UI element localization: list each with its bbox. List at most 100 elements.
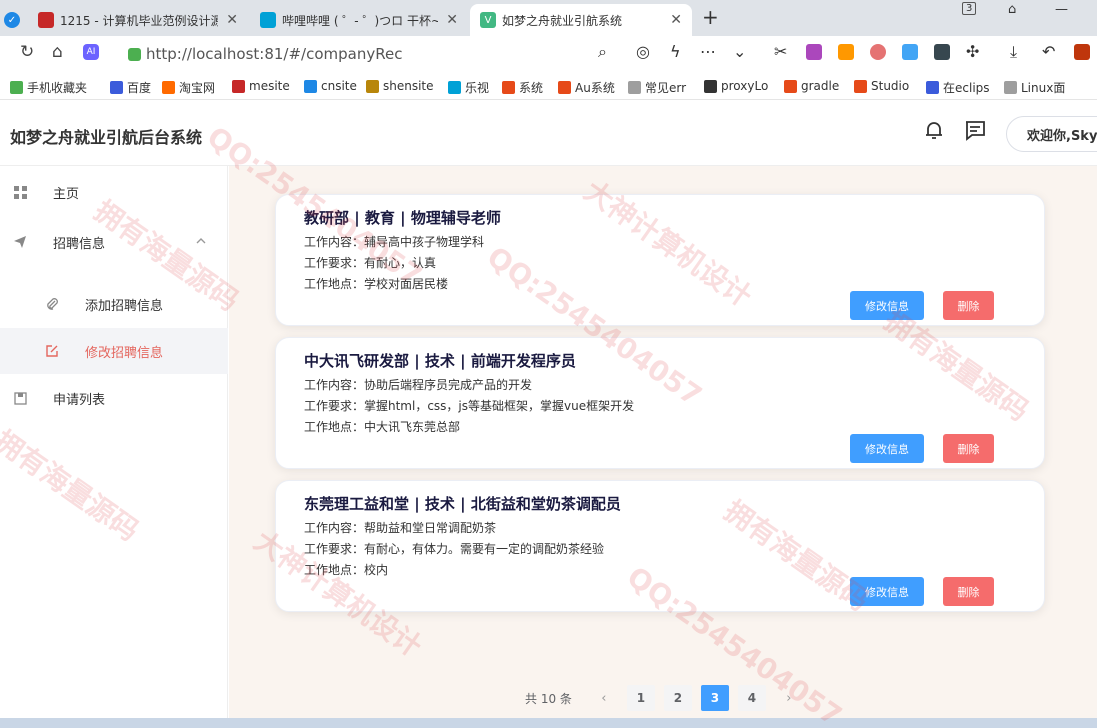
search-icon[interactable]: ⌕	[598, 42, 607, 62]
browser-tab-3-active[interactable]: V 如梦之舟就业引航系统 ✕	[470, 4, 692, 36]
tab-count-badge[interactable]: 3	[962, 2, 977, 15]
close-tab-icon[interactable]: ✕	[226, 12, 238, 28]
puzzle-icon[interactable]: ✣	[966, 42, 979, 61]
sidebar-item-label: 修改招聘信息	[85, 345, 164, 361]
chevron-up-icon[interactable]	[196, 236, 206, 246]
message-icon[interactable]	[963, 118, 987, 142]
page-button-3-current[interactable]: 3	[700, 685, 729, 711]
job-requirement: 工作要求：有耐心，认真	[304, 256, 437, 270]
page-button-2[interactable]: 2	[663, 685, 692, 711]
pagination-total: 共 10 条	[525, 691, 572, 706]
lightning-icon[interactable]: ϟ	[670, 42, 681, 61]
sidebar-item-home[interactable]: 主页	[0, 169, 228, 215]
bookmark-item[interactable]: mesite	[232, 79, 290, 93]
tab-title: 如梦之舟就业引航系统	[502, 13, 623, 28]
compass-icon[interactable]: ◎	[636, 42, 650, 61]
delete-job-button[interactable]: 删除	[943, 577, 994, 606]
main-content: 教研部 | 教育 | 物理辅导老师 工作内容：辅导高中孩子物理学科 工作要求：有…	[229, 166, 1097, 728]
prev-page-button[interactable]: ‹	[590, 685, 618, 711]
job-card: 教研部 | 教育 | 物理辅导老师 工作内容：辅导高中孩子物理学科 工作要求：有…	[275, 194, 1045, 326]
bookmark-label: 常见err	[645, 81, 687, 95]
tab-title: 1215 - 计算机毕业范例设计源	[60, 13, 219, 28]
bell-icon[interactable]	[922, 118, 946, 142]
browser-logo-icon: ✓	[4, 12, 20, 28]
page-button-1[interactable]: 1	[626, 685, 655, 711]
browser-tab-bar: ✓ 1215 - 计算机毕业范例设计源 ✕ 哔哩哔哩 ( ゜- ゜)つロ 干杯~…	[0, 0, 1097, 36]
more-icon[interactable]: ⋯	[700, 42, 716, 61]
delete-job-button[interactable]: 删除	[943, 434, 994, 463]
sidebar-item-edit-recruitment[interactable]: 修改招聘信息	[0, 328, 228, 374]
job-content: 工作内容：帮助益和堂日常调配奶茶	[304, 521, 497, 535]
reload-icon[interactable]: ↻	[20, 42, 34, 62]
briefcase-icon[interactable]	[1074, 44, 1090, 60]
bookmark-item[interactable]: 手机收藏夹	[10, 79, 87, 96]
eye-ext-icon[interactable]	[870, 44, 886, 60]
bookmark-item[interactable]: 在eclips	[926, 79, 990, 96]
fox-ext-icon[interactable]	[838, 44, 854, 60]
ai-icon[interactable]: AI	[83, 44, 99, 60]
sidebar: 主页 招聘信息 添加招聘信息 修改招聘信息 申请列表	[0, 166, 228, 728]
next-page-button[interactable]: ›	[775, 685, 803, 711]
close-tab-icon[interactable]: ✕	[670, 12, 682, 28]
bookmark-favicon-icon	[784, 79, 797, 93]
browser-tab-1[interactable]: 1215 - 计算机毕业范例设计源 ✕	[28, 4, 248, 36]
sidebar-item-recruitment[interactable]: 招聘信息	[0, 219, 228, 265]
home-icon[interactable]: ⌂	[52, 42, 63, 62]
delete-job-button[interactable]: 删除	[943, 291, 994, 320]
browser-tab-2[interactable]: 哔哩哔哩 ( ゜- ゜)つロ 干杯~- ✕	[250, 4, 468, 36]
bookmark-label: Au系统	[575, 81, 615, 95]
job-location: 工作地点：中大讯飞东莞总部	[304, 420, 461, 434]
job-title: 教研部 | 教育 | 物理辅导老师	[304, 209, 501, 227]
grid-icon	[13, 185, 27, 199]
bookmark-item[interactable]: Linux面	[1004, 79, 1065, 96]
close-tab-icon[interactable]: ✕	[446, 12, 458, 28]
job-location: 工作地点：校内	[304, 563, 389, 577]
window-ext-icon[interactable]	[934, 44, 950, 60]
sidebar-item-label: 申请列表	[53, 392, 106, 408]
chevron-down-icon[interactable]: ⌄	[733, 42, 746, 61]
bookmark-item[interactable]: Studio	[854, 79, 909, 93]
bookmark-favicon-icon	[162, 81, 175, 94]
edit-job-button[interactable]: 修改信息	[850, 291, 924, 320]
bookmark-item[interactable]: gradle	[784, 79, 839, 93]
job-content: 工作内容：辅导高中孩子物理学科	[304, 235, 485, 249]
user-menu-button[interactable]: 欢迎你,Sky	[1006, 116, 1097, 152]
scissors-icon[interactable]: ✂	[774, 42, 787, 61]
bookmark-favicon-icon	[1004, 81, 1017, 94]
job-card: 中大讯飞研发部 | 技术 | 前端开发程序员 工作内容：协助后端程序员完成产品的…	[275, 337, 1045, 469]
job-content: 工作内容：协助后端程序员完成产品的开发	[304, 378, 533, 392]
sidebar-item-add-recruitment[interactable]: 添加招聘信息	[0, 281, 228, 327]
bookmark-item[interactable]: 乐视	[448, 79, 489, 96]
mail-ext-icon[interactable]	[902, 44, 918, 60]
bookmark-item[interactable]: 系统	[502, 79, 543, 96]
sidebar-item-label: 添加招聘信息	[85, 298, 164, 314]
bookmark-item[interactable]: cnsite	[304, 79, 357, 93]
bookmark-label: 乐视	[465, 81, 490, 95]
bookmark-favicon-icon	[366, 79, 379, 93]
minimize-icon[interactable]: —	[1055, 2, 1068, 17]
new-tab-icon[interactable]: +	[702, 5, 719, 29]
bookmark-label: 系统	[519, 81, 544, 95]
bookmark-label: cnsite	[321, 79, 357, 93]
url-text: http://localhost:81/#/companyRec	[146, 45, 403, 63]
translate-ext-icon[interactable]	[806, 44, 822, 60]
edit-job-button[interactable]: 修改信息	[850, 434, 924, 463]
download-icon[interactable]: ⤓	[1010, 42, 1017, 62]
edit-job-button[interactable]: 修改信息	[850, 577, 924, 606]
vue-favicon-icon: V	[480, 12, 496, 28]
bookmark-item[interactable]: 百度	[110, 79, 151, 96]
bookmark-item[interactable]: 淘宝网	[162, 79, 215, 96]
sidebar-item-application-list[interactable]: 申请列表	[0, 375, 228, 421]
save-icon	[13, 391, 27, 405]
bookmark-item[interactable]: shensite	[366, 79, 434, 93]
app-header: 如梦之舟就业引航后台系统 欢迎你,Sky	[0, 102, 1097, 166]
bookmark-item[interactable]: proxyLo	[704, 79, 768, 93]
bookmark-item[interactable]: Au系统	[558, 79, 615, 96]
page-button-4[interactable]: 4	[737, 685, 766, 711]
address-field[interactable]: http://localhost:81/#/companyRec	[128, 41, 764, 67]
browser-menu-tab[interactable]: ✓	[0, 4, 24, 36]
bookmark-item[interactable]: 常见err	[628, 79, 686, 96]
shirt-icon[interactable]: ⌂	[1008, 2, 1016, 17]
undo-icon[interactable]: ↶	[1042, 42, 1055, 61]
job-location: 工作地点：学校对面居民楼	[304, 277, 449, 291]
